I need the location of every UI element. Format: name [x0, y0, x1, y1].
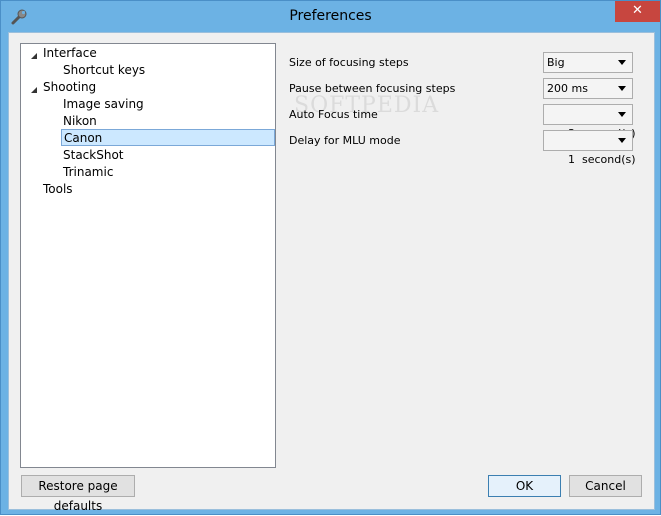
- dialog-body: Interface Shortcut keys Shooting Image s…: [8, 32, 655, 513]
- tree-item-tools[interactable]: Tools: [43, 181, 73, 198]
- restore-defaults-button[interactable]: Restore page defaults: [21, 475, 135, 513]
- close-button[interactable]: ✕: [615, 1, 660, 22]
- chevron-down-icon: [618, 138, 626, 143]
- tree-item-nikon[interactable]: Nikon: [63, 113, 97, 130]
- category-tree[interactable]: Interface Shortcut keys Shooting Image s…: [20, 43, 276, 468]
- chevron-down-icon: [618, 112, 626, 117]
- tree-item-interface[interactable]: Interface: [43, 45, 97, 62]
- expand-arrow-icon[interactable]: [30, 49, 40, 59]
- focusing-pause-select[interactable]: 200 ms: [543, 78, 633, 99]
- tree-item-canon[interactable]: Canon: [61, 129, 275, 146]
- tree-item-trinamic[interactable]: Trinamic: [63, 164, 113, 181]
- preferences-window: Preferences ✕ Interface Shortcut keys Sh…: [0, 0, 661, 515]
- tree-item-stackshot[interactable]: StackShot: [63, 147, 124, 164]
- select-value: 200 ms: [547, 82, 588, 95]
- mlu-delay-label: Delay for MLU mode: [289, 134, 401, 147]
- title-bar[interactable]: Preferences ✕: [1, 1, 660, 32]
- tree-item-image-saving[interactable]: Image saving: [63, 96, 144, 113]
- window-title: Preferences: [289, 8, 372, 24]
- mlu-delay-select[interactable]: 1 second(s): [543, 130, 636, 166]
- auto-focus-time-select[interactable]: 3 second(s): [543, 104, 636, 140]
- focusing-steps-size-label: Size of focusing steps: [289, 56, 409, 69]
- select-value: 1 second(s): [567, 153, 636, 166]
- select-value: Big: [547, 56, 565, 69]
- auto-focus-time-label: Auto Focus time: [289, 108, 378, 121]
- focusing-pause-label: Pause between focusing steps: [289, 82, 456, 95]
- cancel-button[interactable]: Cancel: [569, 475, 642, 497]
- chevron-down-icon: [618, 86, 626, 91]
- tree-item-shooting[interactable]: Shooting: [43, 79, 96, 96]
- close-icon: ✕: [632, 3, 643, 18]
- chevron-down-icon: [618, 60, 626, 65]
- expand-arrow-icon[interactable]: [30, 83, 40, 93]
- ok-button[interactable]: OK: [488, 475, 561, 497]
- tree-item-shortcut-keys[interactable]: Shortcut keys: [63, 62, 145, 79]
- focusing-steps-size-select[interactable]: Big: [543, 52, 633, 73]
